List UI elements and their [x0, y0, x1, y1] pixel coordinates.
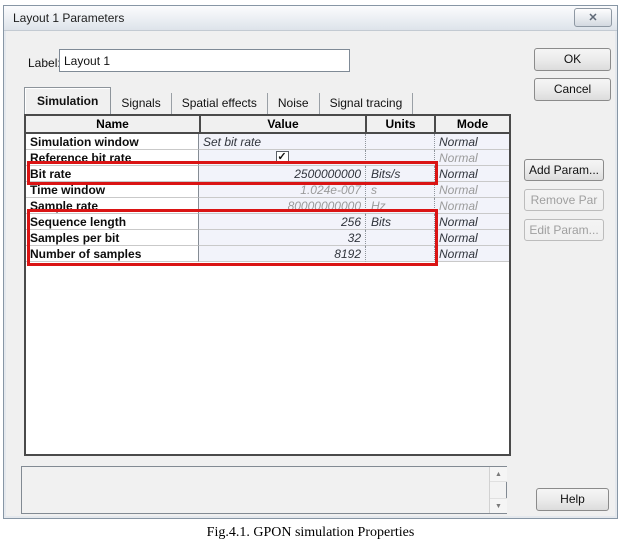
param-value[interactable]: 8192 — [199, 246, 365, 262]
edit-param-button: Edit Param... — [524, 219, 604, 241]
param-units — [365, 150, 434, 166]
ok-button[interactable]: OK — [534, 48, 611, 71]
table-row-bit-rate[interactable]: Bit rate 2500000000 Bits/s Normal — [26, 166, 509, 182]
header-name: Name — [26, 116, 199, 134]
param-units — [365, 230, 434, 246]
param-units: s — [365, 182, 434, 198]
param-name: Simulation window — [26, 134, 199, 150]
param-name: Number of samples — [26, 246, 199, 262]
param-value: 80000000000 — [199, 198, 365, 214]
param-mode: Normal — [434, 198, 509, 214]
description-box[interactable]: ▲ ▼ — [21, 466, 507, 514]
scroll-down-icon: ▼ — [495, 503, 502, 510]
param-mode: Normal — [434, 150, 509, 166]
param-value: 1.024e-007 — [199, 182, 365, 198]
close-button[interactable]: ✕ — [574, 8, 612, 27]
titlebar[interactable]: Layout 1 Parameters — [4, 6, 617, 31]
figure-caption: Fig.4.1. GPON simulation Properties — [0, 525, 621, 541]
tab-signals[interactable]: Signals — [111, 93, 171, 114]
param-name: Samples per bit — [26, 230, 199, 246]
tab-noise[interactable]: Noise — [268, 93, 320, 114]
table-row-samples-per-bit[interactable]: Samples per bit 32 Normal — [26, 230, 509, 246]
scroll-up-button[interactable]: ▲ — [490, 467, 507, 482]
param-mode: Normal — [434, 246, 509, 262]
table-row[interactable]: Time window 1.024e-007 s Normal — [26, 182, 509, 198]
help-button[interactable]: Help — [536, 488, 609, 511]
param-units: Bits/s — [365, 166, 434, 182]
param-mode: Normal — [434, 214, 509, 230]
param-name: Reference bit rate — [26, 150, 199, 166]
vertical-scrollbar[interactable]: ▲ ▼ — [489, 467, 506, 513]
scroll-down-button[interactable]: ▼ — [490, 498, 507, 513]
table-row-sequence-length[interactable]: Sequence length 256 Bits Normal — [26, 214, 509, 230]
checkbox-checked-icon[interactable]: ✓ — [276, 151, 289, 164]
param-value[interactable]: 32 — [199, 230, 365, 246]
table-header-row: Name Value Units Mode — [26, 116, 509, 134]
param-units — [365, 246, 434, 262]
param-value[interactable]: 2500000000 — [199, 166, 365, 182]
scroll-up-icon: ▲ — [495, 471, 502, 478]
param-value[interactable]: Set bit rate — [199, 134, 365, 150]
tab-strip: Simulation Signals Spatial effects Noise… — [24, 87, 413, 114]
param-units — [365, 134, 434, 150]
param-mode: Normal — [434, 134, 509, 150]
dialog-title: Layout 1 Parameters — [4, 11, 124, 25]
param-units: Bits — [365, 214, 434, 230]
parameter-table: Name Value Units Mode Simulation window … — [24, 114, 511, 456]
cancel-button[interactable]: Cancel — [534, 78, 611, 101]
param-units: Hz — [365, 198, 434, 214]
close-icon: ✕ — [588, 11, 597, 24]
add-param-button[interactable]: Add Param... — [524, 159, 604, 181]
param-mode: Normal — [434, 166, 509, 182]
table-row[interactable]: Reference bit rate ✓ Normal — [26, 150, 509, 166]
table-row[interactable]: Simulation window Set bit rate Normal — [26, 134, 509, 150]
param-value[interactable]: 256 — [199, 214, 365, 230]
page: Layout 1 Parameters ✕ Label: OK Cancel A… — [0, 0, 621, 550]
header-mode: Mode — [434, 116, 509, 134]
param-value[interactable]: ✓ — [199, 150, 365, 166]
param-name: Sequence length — [26, 214, 199, 230]
layout-parameters-dialog: Layout 1 Parameters ✕ Label: OK Cancel A… — [3, 5, 618, 519]
table-row[interactable]: Sample rate 80000000000 Hz Normal — [26, 198, 509, 214]
table-row-number-of-samples[interactable]: Number of samples 8192 Normal — [26, 246, 509, 262]
param-mode: Normal — [434, 182, 509, 198]
remove-param-button: Remove Par — [524, 189, 604, 211]
tab-signal-tracing[interactable]: Signal tracing — [320, 93, 414, 114]
param-name: Time window — [26, 182, 199, 198]
tab-spatial-effects[interactable]: Spatial effects — [172, 93, 268, 114]
label-input[interactable] — [59, 49, 350, 72]
param-name: Bit rate — [26, 166, 199, 182]
header-units: Units — [365, 116, 434, 134]
header-value: Value — [199, 116, 365, 134]
tab-simulation[interactable]: Simulation — [24, 87, 111, 114]
label-caption: Label: — [28, 56, 61, 70]
param-mode: Normal — [434, 230, 509, 246]
param-name: Sample rate — [26, 198, 199, 214]
check-icon: ✓ — [277, 152, 286, 163]
